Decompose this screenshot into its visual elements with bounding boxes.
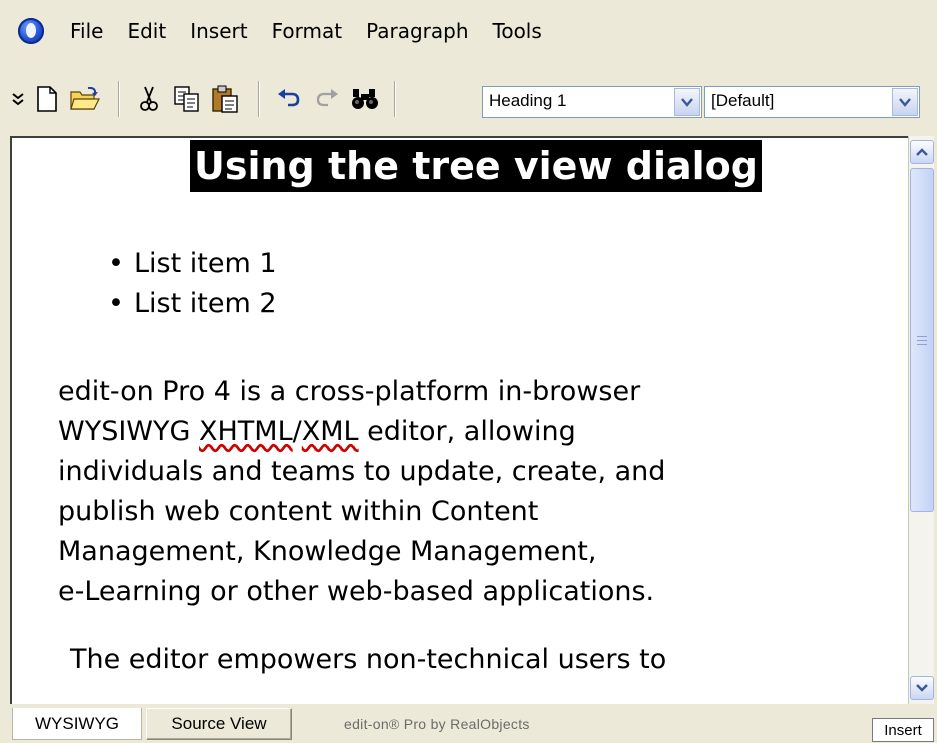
text-run: editor, allowing [358,416,576,447]
toolbar-separator [118,81,120,117]
text-run: / [292,416,302,447]
font-style-value: [Default] [711,91,775,110]
paragraph-style-select[interactable]: Heading 1 [482,86,702,118]
paragraph-style-value: Heading 1 [489,91,567,110]
undo-icon[interactable] [272,80,306,118]
misspelled-word[interactable]: XML [302,416,359,447]
body-paragraph[interactable]: edit-on Pro 4 is a cross-platform in-bro… [58,372,888,612]
body-paragraph-2[interactable]: The editor empowers non-technical users … [70,640,900,680]
menu-format[interactable]: Format [272,18,342,44]
new-document-icon[interactable] [30,80,64,118]
menu-bar: File Edit Insert Format Paragraph Tools [0,0,937,62]
paragraph-line: publish web content within Content [58,496,539,527]
list-item[interactable]: List item 1 [108,244,277,284]
cut-icon[interactable] [132,80,166,118]
paragraph-line: individuals and teams to update, create,… [58,456,666,487]
brand-label: edit-on® Pro by RealObjects [344,716,530,732]
toolbar-separator [258,81,260,117]
bullet-list: List item 1 List item 2 [108,244,277,324]
scroll-thumb[interactable] [910,168,934,512]
menu-paragraph[interactable]: Paragraph [366,18,468,44]
grip-icon [917,335,927,345]
scroll-up-icon[interactable] [910,140,934,164]
chevron-down-icon[interactable] [674,88,700,116]
paste-icon[interactable] [208,80,242,118]
tab-wysiwyg[interactable]: WYSIWYG [12,708,142,740]
app-logo-icon [18,18,44,44]
insert-mode-indicator: Insert [872,718,934,742]
scroll-down-icon[interactable] [910,676,934,700]
find-icon[interactable] [348,80,382,118]
editor-window: File Edit Insert Format Paragraph Tools [0,0,937,743]
paragraph-line: e-Learning or other web-based applicatio… [58,576,655,607]
text-run: WYSIWYG [58,416,199,447]
menu-tools[interactable]: Tools [493,18,542,44]
vertical-scrollbar[interactable] [908,136,934,704]
bottom-bar: WYSIWYG Source View edit-on® Pro by Real… [0,704,937,743]
chevron-down-icon[interactable] [892,88,918,116]
menu-insert[interactable]: Insert [190,18,247,44]
editing-area[interactable]: Using the tree view dialog List item 1 L… [10,136,908,704]
font-style-select[interactable]: [Default] [704,86,920,118]
tab-source-view[interactable]: Source View [146,708,292,740]
misspelled-word[interactable]: XHTML [199,416,293,447]
list-item[interactable]: List item 2 [108,284,277,324]
heading-container: Using the tree view dialog [12,140,908,192]
menu-file[interactable]: File [70,18,103,44]
redo-icon[interactable] [310,80,344,118]
copy-icon[interactable] [170,80,204,118]
paragraph-line: edit-on Pro 4 is a cross-platform in-bro… [58,376,641,407]
paragraph-line: WYSIWYG XHTML/XML editor, allowing [58,412,888,452]
paragraph-line: Management, Knowledge Management, [58,536,597,567]
toolbar-separator [394,81,396,117]
chevron-more-icon[interactable] [8,80,28,118]
menu-edit[interactable]: Edit [127,18,166,44]
document-heading[interactable]: Using the tree view dialog [190,140,762,192]
open-folder-icon[interactable] [68,80,102,118]
